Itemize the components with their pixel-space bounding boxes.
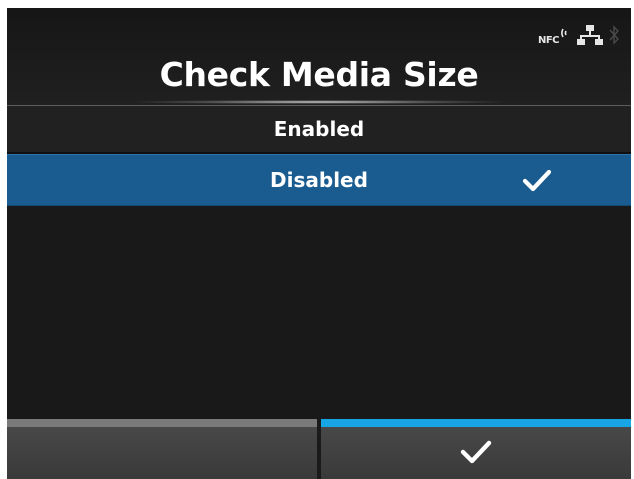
confirm-softkey-button[interactable] (321, 419, 631, 479)
left-softkey-indicator (7, 419, 317, 427)
option-enabled[interactable]: Enabled (7, 106, 631, 154)
checkmark-icon (522, 169, 552, 192)
softkey-bar (7, 419, 631, 479)
nfc-icon: NFC (538, 27, 571, 47)
network-icon (577, 24, 603, 50)
bluetooth-icon (609, 25, 619, 49)
status-icons: NFC (538, 24, 619, 50)
checkmark-icon (460, 440, 492, 464)
left-softkey-button[interactable] (7, 419, 317, 479)
right-softkey-indicator (321, 419, 631, 427)
page-title: Check Media Size (159, 55, 479, 94)
header-glow-divider (137, 100, 501, 104)
header: NFC Check Media Size (7, 8, 631, 106)
option-label: Enabled (273, 117, 365, 141)
printer-display: NFC Check Media Size Enabled Disabled (7, 8, 631, 479)
option-list: Enabled Disabled (7, 106, 631, 206)
option-disabled[interactable]: Disabled (7, 154, 631, 206)
option-label: Disabled (270, 168, 368, 192)
